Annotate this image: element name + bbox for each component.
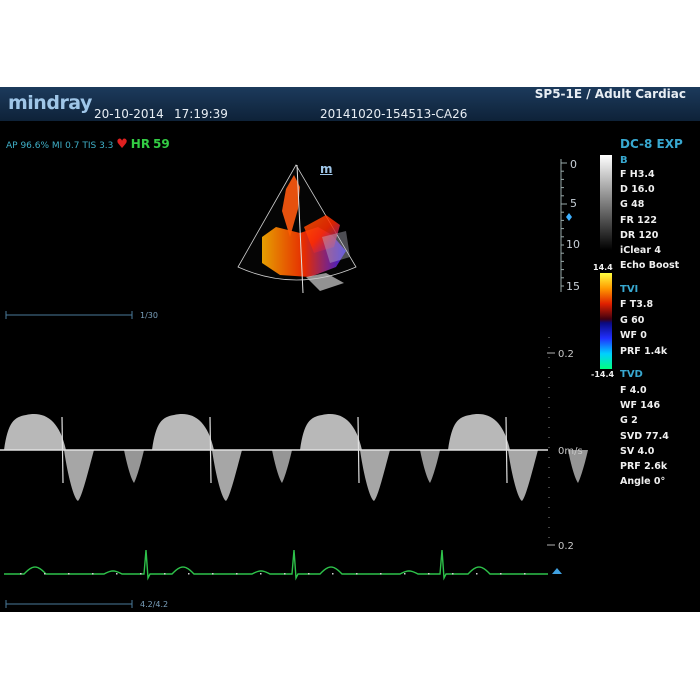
cine-bar-bottom[interactable]: 4.2/4.2 — [5, 600, 168, 609]
cine-bar-top[interactable]: 1/30 — [5, 311, 158, 320]
late-diastolic-wave — [124, 450, 144, 483]
spectrum-beat — [4, 414, 144, 501]
early-diastolic-wave — [212, 450, 242, 501]
spectrum-beat — [152, 414, 292, 501]
depth-label-0: 0 — [570, 158, 577, 171]
doppler-scale-top: 0.2 — [558, 349, 574, 360]
ecg-line — [4, 549, 548, 581]
sector-image — [237, 164, 357, 294]
spectrum-beat — [448, 414, 588, 501]
depth-label-15: 15 — [566, 280, 580, 293]
ultrasound-screen: mindray 20-10-2014 17:19:39 20141020-154… — [0, 87, 700, 612]
doppler-spectrum — [4, 414, 588, 501]
early-diastolic-wave — [508, 450, 538, 501]
early-diastolic-wave — [64, 450, 94, 501]
systolic-wave — [152, 414, 214, 450]
cine-frame-bottom: 4.2/4.2 — [140, 600, 168, 609]
systolic-wave — [448, 414, 510, 450]
spectrum-beat — [300, 414, 440, 501]
depth-label-10: 10 — [566, 238, 580, 251]
cine-frame-top: 1/30 — [140, 311, 158, 320]
doppler-scale-bottom: 0.2 — [558, 541, 574, 552]
depth-label-5: 5 — [570, 197, 577, 210]
depth-scale: 0 5 10 15 — [560, 158, 580, 293]
imaging-area: 0 5 10 15 1/30 0.2 0m/s 0.2 — [0, 158, 588, 609]
late-diastolic-wave — [568, 450, 588, 483]
systolic-wave — [4, 414, 66, 450]
ecg-position-icon[interactable] — [552, 568, 562, 574]
late-diastolic-wave — [420, 450, 440, 483]
late-diastolic-wave — [272, 450, 292, 483]
focus-marker-icon[interactable] — [566, 213, 572, 221]
systolic-wave — [300, 414, 362, 450]
ecg-trace — [4, 549, 562, 581]
doppler-scale: 0.2 0m/s 0.2 — [547, 337, 583, 552]
early-diastolic-wave — [360, 450, 390, 501]
